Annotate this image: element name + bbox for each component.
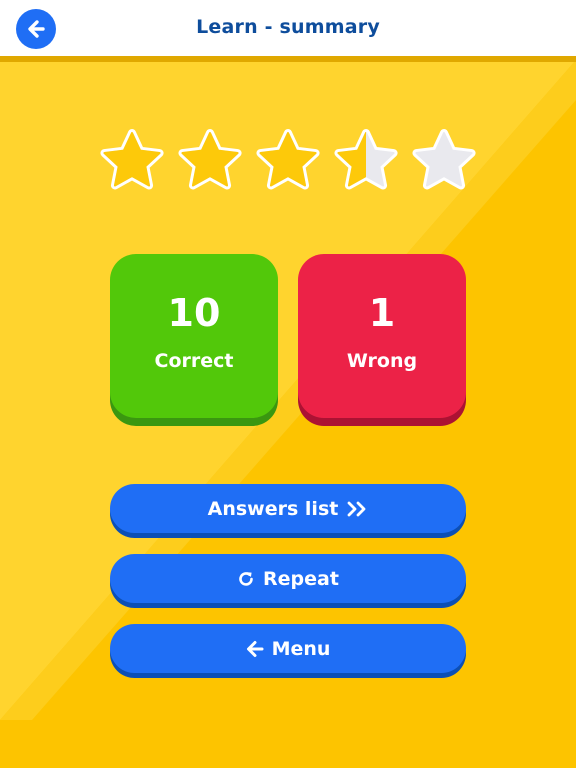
menu-label: Menu (271, 637, 331, 660)
button-face: Answers list (110, 484, 466, 533)
answers-list-label: Answers list (207, 497, 339, 520)
wrong-count-card: 1 Wrong (298, 254, 466, 426)
refresh-icon (237, 570, 255, 588)
button-face: Menu (110, 624, 466, 673)
page-title: Learn - summary (196, 16, 380, 38)
star-empty-icon (412, 129, 476, 190)
star-half-icon (334, 129, 398, 190)
star-rating (100, 128, 476, 192)
wrong-count: 1 (368, 291, 396, 335)
repeat-label: Repeat (263, 567, 339, 590)
wrong-label: Wrong (346, 350, 418, 372)
arrow-left-icon (246, 640, 264, 658)
header-bar: Learn - summary (0, 0, 576, 62)
star-filled-icon (100, 129, 164, 190)
card-face: 1 Wrong (298, 254, 466, 418)
answers-list-button[interactable]: Answers list (110, 484, 466, 538)
repeat-button[interactable]: Repeat (110, 554, 466, 608)
star-filled-icon (256, 129, 320, 190)
double-chevron-right-icon (346, 501, 368, 517)
card-face: 10 Correct (110, 254, 278, 418)
correct-label: Correct (154, 350, 234, 372)
button-face: Repeat (110, 554, 466, 603)
star-filled-icon (178, 129, 242, 190)
correct-count: 10 (167, 291, 221, 335)
menu-button[interactable]: Menu (110, 624, 466, 678)
correct-count-card: 10 Correct (110, 254, 278, 426)
